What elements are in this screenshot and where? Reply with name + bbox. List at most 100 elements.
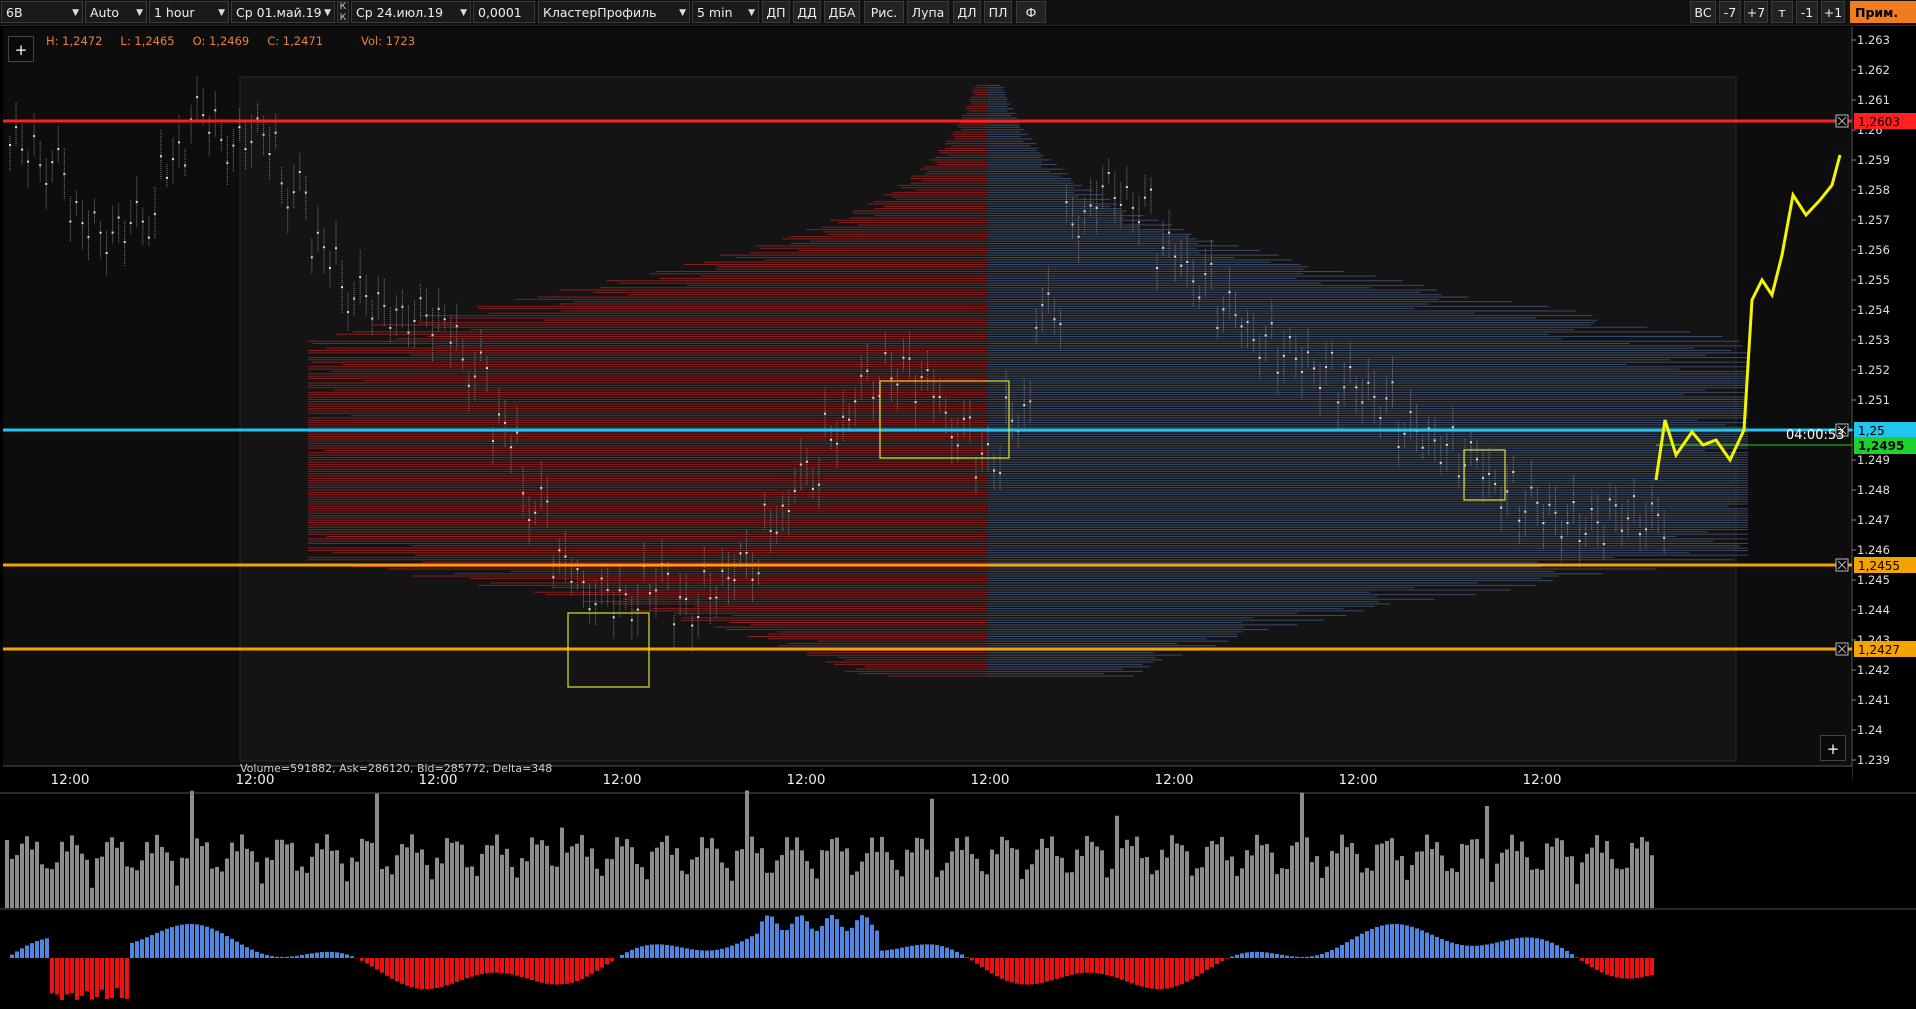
- volume-bar: [40, 864, 44, 908]
- magnifier-button[interactable]: Лупа: [907, 1, 949, 23]
- delta-bar: [970, 958, 974, 961]
- price-tick-label: 1.256: [1857, 243, 1890, 257]
- volume-bar: [1360, 872, 1364, 908]
- price-bar-close: [1047, 292, 1050, 295]
- price-bar-close: [1512, 471, 1515, 474]
- volume-bar: [1325, 866, 1329, 908]
- delta-bar: [320, 952, 324, 958]
- delta-bar: [1280, 954, 1284, 958]
- delta-bar: [175, 925, 179, 958]
- delta-bar: [1400, 924, 1404, 958]
- plus-icon[interactable]: +: [8, 36, 34, 62]
- volume-bar: [1040, 838, 1044, 908]
- volume-bar: [985, 874, 989, 908]
- price-bar-close: [1035, 326, 1038, 329]
- delta-bar: [160, 930, 164, 958]
- delta-bar: [285, 956, 289, 958]
- volume-bar: [1370, 870, 1374, 908]
- spin-up[interactable]: К: [338, 2, 348, 13]
- volume-bar: [1530, 869, 1534, 908]
- price-bar-close: [292, 191, 295, 194]
- volume-bar: [330, 850, 334, 908]
- price-bar-close: [1343, 386, 1346, 389]
- dba-button[interactable]: ДБА: [824, 1, 860, 23]
- dd-button[interactable]: ДД: [793, 1, 821, 23]
- price-bar-close: [1029, 400, 1032, 403]
- symbol-select[interactable]: 6B ▼: [1, 1, 83, 23]
- volume-bar: [1185, 851, 1189, 908]
- delta-bar: [1355, 936, 1359, 958]
- tick-size-input[interactable]: 0,0001: [473, 1, 535, 23]
- dl-button[interactable]: ДЛ: [953, 1, 981, 23]
- price-bar-close: [811, 487, 814, 490]
- price-bar-close: [1355, 386, 1358, 389]
- price-bar-close: [21, 148, 24, 151]
- price-bar-close: [1156, 266, 1159, 269]
- minus7-button[interactable]: -7: [1719, 1, 1741, 23]
- price-bar-close: [648, 592, 651, 595]
- date-shift-spinner[interactable]: К К: [337, 1, 349, 23]
- price-bar-close: [612, 616, 615, 619]
- price-bar-close: [485, 367, 488, 370]
- volume-bar: [950, 851, 954, 908]
- price-bar-close: [854, 400, 857, 403]
- price-bar-close: [274, 131, 277, 134]
- price-bar-close: [956, 444, 959, 447]
- volume-bar: [915, 837, 919, 908]
- filter-button[interactable]: Ф: [1016, 1, 1046, 23]
- apply-button[interactable]: Прим.: [1850, 1, 1916, 23]
- volume-bar: [1510, 834, 1514, 908]
- volume-bar: [470, 866, 474, 908]
- period-select[interactable]: 1 hour ▼: [149, 1, 229, 23]
- draw-button[interactable]: Рис.: [864, 1, 904, 23]
- volume-bar: [375, 793, 379, 908]
- date-from-picker[interactable]: Ср 01.май.19 ▼: [231, 1, 335, 23]
- chart-area[interactable]: 1.2631.2621.2611.261.2591.2581.2571.2561…: [0, 26, 1916, 1009]
- volume-bar: [105, 842, 109, 908]
- delta-bar: [490, 958, 494, 973]
- scale-select[interactable]: Auto ▼: [85, 1, 147, 23]
- plus-icon[interactable]: +: [1820, 735, 1846, 761]
- plus1-button[interactable]: +1: [1821, 1, 1845, 23]
- volume-bar: [850, 874, 854, 908]
- dp-button[interactable]: ДП: [762, 1, 790, 23]
- chart-style-select[interactable]: КластерПрофиль ▼: [538, 1, 690, 23]
- price-bar-close: [697, 615, 700, 618]
- low-value: L: 1,2465: [120, 34, 175, 48]
- ohlc-readout: H: 1,2472 L: 1,2465 O: 1,2469 C: 1,2471 Vol:…: [46, 34, 433, 48]
- delta-bar: [660, 944, 664, 958]
- cluster-period-select[interactable]: 5 min ▼: [692, 1, 759, 23]
- delta-bar: [590, 958, 594, 974]
- minus1-button[interactable]: -1: [1796, 1, 1818, 23]
- volume-bar: [100, 856, 104, 908]
- volume-bar: [685, 874, 689, 908]
- price-bar-close: [1409, 411, 1412, 414]
- volume-bar: [515, 877, 519, 908]
- price-bar-close: [1313, 367, 1315, 370]
- volume-bar: [1565, 856, 1569, 908]
- price-bar-close: [39, 164, 42, 167]
- price-bar-close: [582, 581, 585, 584]
- volume-bar: [700, 837, 704, 908]
- delta-bar: [515, 958, 519, 976]
- delta-bar: [485, 958, 489, 974]
- spin-down[interactable]: К: [338, 13, 348, 24]
- plus7-button[interactable]: +7: [1744, 1, 1768, 23]
- pl-button[interactable]: ПЛ: [984, 1, 1012, 23]
- volume-bar: [615, 837, 619, 908]
- vs-button[interactable]: ВС: [1690, 1, 1716, 23]
- volume-bar: [845, 848, 849, 908]
- delta-bar: [630, 949, 634, 958]
- delta-bar: [1420, 930, 1424, 958]
- price-bar-close: [1663, 536, 1666, 539]
- price-bar-close: [1240, 325, 1243, 328]
- delta-bar: [430, 958, 434, 989]
- price-bar-close: [165, 176, 168, 179]
- t-button[interactable]: т: [1771, 1, 1793, 23]
- price-bar-close: [1403, 432, 1406, 435]
- volume-bar: [930, 798, 934, 908]
- volume-bar: [1240, 868, 1244, 908]
- volume-bar: [795, 837, 799, 908]
- price-bar-close: [33, 135, 36, 138]
- date-to-picker[interactable]: Ср 24.июл.19 ▼: [351, 1, 471, 23]
